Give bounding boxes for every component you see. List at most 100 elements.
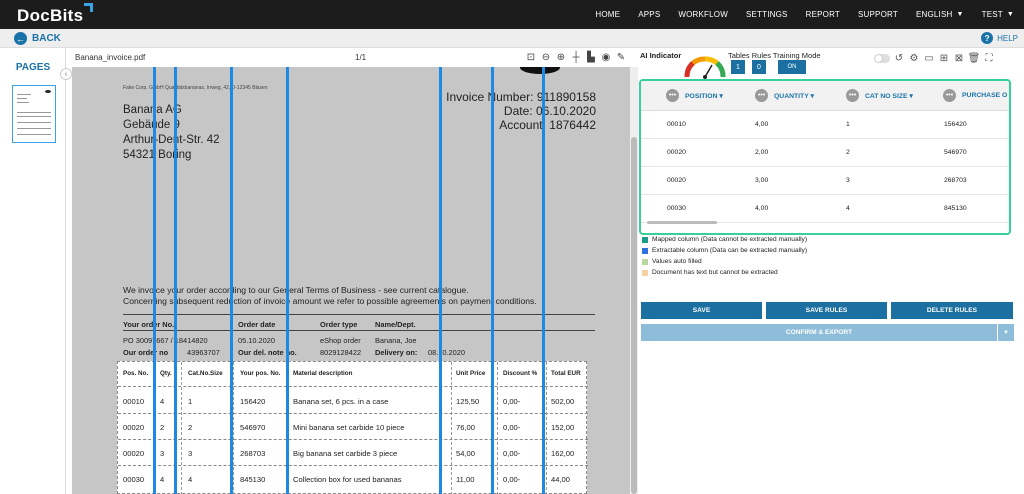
grid-column-header[interactable]: POSITION ▾: [685, 92, 723, 100]
eye-icon[interactable]: ◉: [600, 51, 612, 63]
column-guide-line[interactable]: [174, 67, 177, 494]
nav-language[interactable]: ENGLISH: [916, 10, 953, 19]
grid-cell[interactable]: 546970: [944, 149, 967, 156]
grid-column-header[interactable]: QUANTITY ▾: [774, 92, 814, 100]
document-viewer[interactable]: Fake Corp. GmbH Qualitätsbananas, Irrweg…: [72, 67, 630, 494]
table-cell: 0,00-: [503, 449, 521, 458]
grid-row[interactable]: 00030 4,00 4 845130: [641, 195, 1009, 223]
legend-item: Mapped column (Data cannot be extracted …: [642, 236, 807, 243]
column-guide-line[interactable]: [439, 67, 442, 494]
grid-cell[interactable]: 3: [846, 177, 850, 184]
zoom-fit-icon[interactable]: ⊡: [525, 51, 537, 63]
column-guide-line[interactable]: [286, 67, 289, 494]
column-menu-icon[interactable]: •••: [666, 89, 679, 102]
grid-cell[interactable]: 3,00: [755, 177, 768, 184]
zoom-in-icon[interactable]: ⊕: [555, 51, 567, 63]
nav-support[interactable]: SUPPORT: [858, 10, 898, 19]
ai-gauge-icon: [684, 56, 726, 79]
undo-icon[interactable]: ↺: [893, 52, 905, 64]
collapse-pages-button[interactable]: ‹: [60, 68, 72, 80]
grid-cell[interactable]: 2,00: [755, 149, 768, 156]
grid-cell[interactable]: 268703: [944, 177, 967, 184]
grid-row[interactable]: 00010 4,00 1 156420: [641, 111, 1009, 139]
delete-column-icon[interactable]: ⊠: [953, 52, 965, 64]
table-cell: Mini banana set carbide 10 piece: [293, 423, 405, 432]
grid-column-header[interactable]: PURCHASE O: [962, 92, 1007, 99]
column-guide-line[interactable]: [153, 67, 156, 494]
confirm-export-button[interactable]: CONFIRM & EXPORT: [641, 324, 997, 341]
table-cell: 156420: [240, 397, 266, 406]
grid-cell[interactable]: 00020: [667, 177, 686, 184]
column-guide-line[interactable]: [491, 67, 494, 494]
table-cell: 4: [188, 475, 193, 484]
grid-cell[interactable]: 4,00: [755, 205, 768, 212]
grid-row[interactable]: 00020 2,00 2 546970: [641, 139, 1009, 167]
table-cell: Banana set, 6 pcs. in a case: [293, 397, 389, 406]
table-cell: 2: [160, 423, 165, 432]
legend-swatch: [642, 269, 648, 276]
grid-cell[interactable]: 00030: [667, 205, 686, 212]
training-mode-toggle[interactable]: ON: [778, 60, 806, 74]
delete-rules-button[interactable]: DELETE RULES: [891, 302, 1013, 319]
order-type-label: Order type: [320, 320, 358, 329]
grid-cell[interactable]: 00010: [667, 121, 686, 128]
grid-row[interactable]: 00020 3,00 3 268703: [641, 167, 1009, 195]
column-guide-line[interactable]: [230, 67, 233, 494]
language-caret-icon[interactable]: ▼: [956, 11, 963, 18]
nav-workflow[interactable]: WORKFLOW: [678, 10, 728, 19]
grid-horizontal-scrollbar[interactable]: [647, 221, 717, 224]
grid-cell[interactable]: 4,00: [755, 121, 768, 128]
nav-user[interactable]: TEST: [982, 10, 1003, 19]
toggle-switch[interactable]: [874, 53, 890, 63]
column-menu-icon[interactable]: •••: [755, 89, 768, 102]
grid-cell[interactable]: 4: [846, 205, 850, 212]
pencil-icon[interactable]: ✎: [615, 51, 627, 63]
save-rules-button[interactable]: SAVE RULES: [766, 302, 887, 319]
table-header: Total EUR: [551, 370, 581, 377]
fullscreen-icon[interactable]: ⛶: [983, 52, 995, 64]
column-guide-line[interactable]: [542, 67, 545, 494]
nav-apps[interactable]: APPS: [638, 10, 660, 19]
table-cell: 00020: [123, 449, 145, 458]
name-dept-value: Banana, Joe: [375, 336, 417, 345]
table-header: Pos. No.: [123, 370, 149, 377]
terminal-icon[interactable]: ▭: [923, 52, 935, 64]
insert-column-icon[interactable]: ⊞: [938, 52, 950, 64]
viewer-scrollbar[interactable]: [630, 67, 638, 494]
rules-count-badge[interactable]: 0: [752, 60, 766, 74]
legend-item: Values auto filled: [642, 258, 702, 265]
grid-column-header[interactable]: CAT NO SIZE ▾: [865, 92, 913, 100]
viewer-scroll-thumb[interactable]: [631, 137, 637, 494]
nav-report[interactable]: REPORT: [806, 10, 840, 19]
order-date-label: Order date: [238, 320, 276, 329]
user-caret-icon[interactable]: ▼: [1007, 11, 1014, 18]
terms-text: Concerning subsequent reduction of invoi…: [123, 296, 537, 306]
trash-icon[interactable]: 🗑: [968, 52, 981, 64]
legend-item: Document has text but cannot be extracte…: [642, 269, 778, 276]
page-thumbnail[interactable]: [12, 85, 56, 143]
nav-settings[interactable]: SETTINGS: [746, 10, 788, 19]
confirm-export-dropdown-icon[interactable]: ▼: [998, 324, 1014, 341]
help-button[interactable]: ? HELP: [981, 32, 1018, 44]
gear-icon[interactable]: ⚙: [908, 52, 920, 64]
del-note-value: 8029128422: [320, 348, 362, 357]
table-cell: 00010: [123, 397, 145, 406]
docbits-logo[interactable]: DocBits: [17, 3, 93, 26]
zoom-out-icon[interactable]: ⊖: [540, 51, 552, 63]
nav-home[interactable]: HOME: [595, 10, 620, 19]
table-layout-icon[interactable]: ▙: [585, 51, 597, 63]
add-column-icon[interactable]: ┼: [570, 51, 582, 63]
column-menu-icon[interactable]: •••: [943, 89, 956, 102]
save-button[interactable]: SAVE: [641, 302, 762, 319]
table-cell: 00020: [123, 423, 145, 432]
grid-cell[interactable]: 156420: [944, 121, 967, 128]
grid-cell[interactable]: 845130: [944, 205, 967, 212]
tables-count-badge[interactable]: 1: [731, 60, 745, 74]
back-button[interactable]: ← BACK: [14, 32, 61, 45]
grid-cell[interactable]: 2: [846, 149, 850, 156]
table-header: Your pos. No.: [240, 370, 281, 377]
grid-cell[interactable]: 1: [846, 121, 850, 128]
column-menu-icon[interactable]: •••: [846, 89, 859, 102]
grid-cell[interactable]: 00020: [667, 149, 686, 156]
our-order-value: 43963707: [187, 348, 220, 357]
